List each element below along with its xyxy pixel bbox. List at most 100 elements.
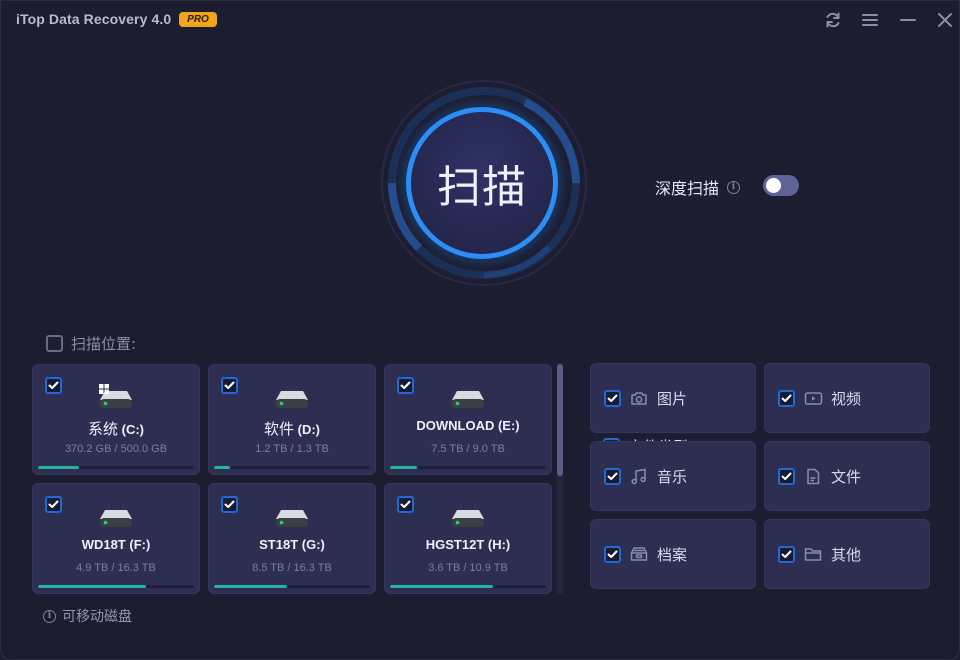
drive-card[interactable]: DOWNLOAD (E:) 7.5 TB / 9.0 TB — [384, 364, 552, 475]
deep-scan-option: 深度扫描 i — [655, 175, 741, 199]
file-type-list: 图片 视频音乐 文件档案 其他 — [590, 363, 930, 589]
removable-disk-label: 可移动磁盘 — [62, 609, 132, 625]
document-icon — [803, 467, 823, 485]
drive-usage-bar — [38, 466, 194, 469]
drive-name-label: DOWNLOAD (E:) — [416, 418, 520, 433]
file-type-card[interactable]: 音乐 — [590, 441, 756, 511]
file-type-checkbox[interactable] — [604, 545, 621, 563]
drive-checkbox[interactable] — [45, 377, 62, 394]
file-type-card[interactable]: 图片 — [590, 363, 756, 433]
drive-list-scrollbar[interactable] — [557, 364, 563, 594]
file-type-label: 文件 — [831, 467, 862, 486]
file-type-checkbox[interactable] — [778, 467, 795, 485]
scan-ring: 扫描 — [379, 77, 589, 295]
close-button[interactable] — [934, 9, 956, 31]
drive-usage-fill — [214, 585, 288, 588]
drive-size: 3.6 TB / 10.9 TB — [428, 562, 508, 574]
drive-name-zh: 系统 — [87, 420, 118, 438]
drive-usage-fill — [390, 466, 417, 469]
file-type-checkbox[interactable] — [778, 545, 795, 563]
windows-logo-icon — [99, 381, 109, 394]
refresh-icon — [826, 12, 840, 28]
drive-checkbox[interactable] — [397, 496, 414, 513]
drive-card[interactable]: ST18T (G:) 8.5 TB / 16.3 TB — [208, 483, 376, 594]
hard-drive-icon — [275, 508, 309, 528]
file-type-label: 视频 — [831, 389, 862, 408]
hard-drive-icon — [99, 508, 133, 528]
file-type-label: 音乐 — [657, 467, 688, 486]
menu-button[interactable] — [859, 9, 881, 31]
drive-name-label: WD18T (F:) — [81, 537, 151, 552]
hard-drive-icon — [451, 389, 485, 409]
pro-badge: PRO — [179, 12, 217, 27]
drive-usage-bar — [390, 585, 546, 588]
scan-button[interactable]: 扫描 — [406, 107, 558, 259]
scan-location-select-all-checkbox[interactable] — [46, 335, 63, 352]
scan-location-title: 扫描位置: — [71, 335, 137, 353]
drive-size: 4.9 TB / 16.3 TB — [76, 562, 156, 574]
drive-size: 8.5 TB / 16.3 TB — [252, 562, 332, 574]
drive-size: 7.5 TB / 9.0 TB — [431, 443, 505, 455]
scan-button-label: 扫描 — [437, 162, 527, 213]
file-type-checkbox[interactable] — [604, 467, 621, 485]
file-type-label: 图片 — [657, 389, 688, 408]
drive-name: 软件 (D:) — [209, 418, 375, 439]
drive-card[interactable]: HGST12T (H:) 3.6 TB / 10.9 TB — [384, 483, 552, 594]
drive-name: ST18T (G:) — [209, 537, 375, 552]
drive-name-zh: 软件 — [263, 420, 294, 438]
minimize-button[interactable] — [897, 9, 919, 31]
file-type-card[interactable]: 其他 — [764, 519, 930, 589]
title-bar: iTop Data Recovery 4.0 PRO — [1, 1, 960, 39]
scan-location-header: 扫描位置: — [46, 333, 136, 354]
drive-name: WD18T (F:) — [33, 537, 199, 552]
drive-usage-fill — [38, 466, 79, 469]
drive-checkbox[interactable] — [221, 377, 238, 394]
video-icon — [803, 389, 823, 407]
file-type-card[interactable]: 视频 — [764, 363, 930, 433]
drive-card[interactable]: 系统 (C:) 370.2 GB / 500.0 GB — [32, 364, 200, 475]
drive-checkbox[interactable] — [45, 496, 62, 513]
refresh-button[interactable] — [822, 9, 844, 31]
drive-checkbox[interactable] — [397, 377, 414, 394]
drive-card[interactable]: 软件 (D:) 1.2 TB / 1.3 TB — [208, 364, 376, 475]
file-type-card[interactable]: 档案 — [590, 519, 756, 589]
drive-list: 系统 (C:) 370.2 GB / 500.0 GB 软件 (D:) 1.2 TB … — [32, 364, 552, 594]
camera-icon — [629, 389, 649, 407]
info-icon: i — [43, 609, 56, 623]
deep-scan-label: 深度扫描 — [655, 179, 720, 198]
minimize-icon — [900, 19, 916, 21]
app-title: iTop Data Recovery 4.0 — [16, 11, 172, 27]
removable-disk-link[interactable]: i 可移动磁盘 — [43, 606, 132, 626]
file-type-checkbox[interactable] — [778, 389, 795, 407]
file-type-label: 档案 — [657, 545, 688, 564]
info-icon[interactable]: i — [727, 180, 741, 194]
drive-name-label: (C:) — [118, 422, 144, 437]
drive-name: DOWNLOAD (E:) — [385, 418, 551, 433]
menu-icon — [862, 14, 878, 26]
file-type-label: 其他 — [831, 545, 862, 564]
drive-name: HGST12T (H:) — [385, 537, 551, 552]
drive-usage-bar — [390, 466, 546, 469]
music-icon — [629, 467, 649, 485]
drive-checkbox[interactable] — [221, 496, 238, 513]
drive-card[interactable]: WD18T (F:) 4.9 TB / 16.3 TB — [32, 483, 200, 594]
archive-icon — [629, 545, 649, 563]
scrollbar-thumb[interactable] — [557, 364, 563, 476]
drive-usage-fill — [38, 585, 146, 588]
close-icon — [938, 13, 952, 27]
drive-name-label: ST18T (G:) — [259, 537, 325, 552]
deep-scan-toggle[interactable] — [763, 175, 799, 196]
toggle-knob — [766, 178, 781, 193]
drive-size: 1.2 TB / 1.3 TB — [255, 443, 329, 455]
file-type-card[interactable]: 文件 — [764, 441, 930, 511]
hard-drive-icon — [451, 508, 485, 528]
drive-size: 370.2 GB / 500.0 GB — [64, 443, 168, 455]
app-window: iTop Data Recovery 4.0 PRO 扫描 深度扫描 i 扫描位… — [0, 0, 960, 660]
drive-usage-bar — [214, 585, 370, 588]
drive-name: 系统 (C:) — [33, 418, 199, 439]
drive-usage-bar — [214, 466, 370, 469]
file-type-checkbox[interactable] — [604, 389, 621, 407]
drive-name-label: HGST12T (H:) — [425, 537, 511, 552]
drive-name-label: (D:) — [294, 422, 320, 437]
drive-usage-fill — [390, 585, 493, 588]
